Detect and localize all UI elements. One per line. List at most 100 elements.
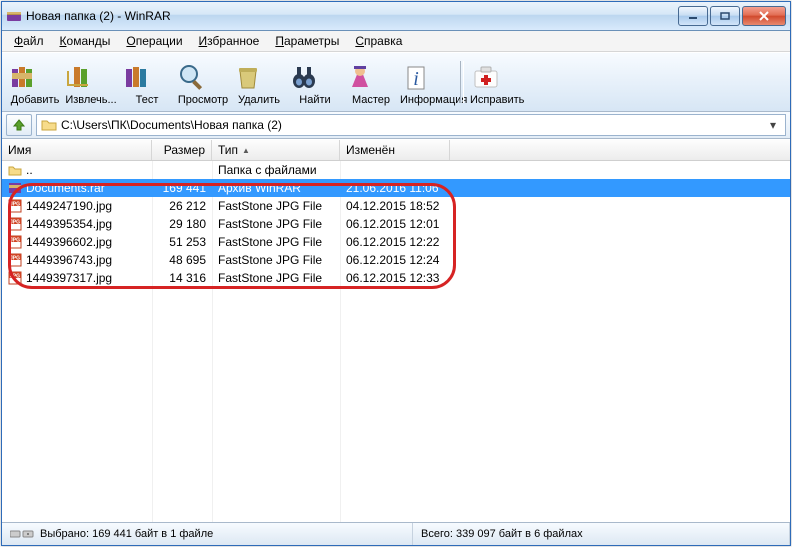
info-i-icon: i: [400, 61, 454, 93]
file-size: 14 316: [152, 271, 212, 285]
binoculars-icon: [288, 61, 342, 93]
file-type: Архив WinRAR: [212, 181, 340, 195]
trash-icon: [232, 61, 286, 93]
magnifier-icon: [176, 61, 230, 93]
toolbar-add-button[interactable]: Добавить: [8, 59, 62, 106]
file-name: 1449396743.jpg: [26, 253, 112, 267]
app-icon: [6, 8, 22, 24]
header-name[interactable]: Имя: [2, 140, 152, 160]
file-row[interactable]: JPG1449247190.jpg26 212FastStone JPG Fil…: [2, 197, 790, 215]
file-type: FastStone JPG File: [212, 199, 340, 213]
file-modified: 21.06.2016 11:06: [340, 181, 450, 195]
disk-icon: [10, 528, 34, 540]
jpg-file-icon: JPG: [8, 235, 22, 249]
file-name: 1449395354.jpg: [26, 217, 112, 231]
toolbar-label: Исправить: [470, 94, 524, 106]
wizard-icon: [344, 61, 398, 93]
file-list[interactable]: ..Папка с файлами Documents.rar 169 441Арх…: [2, 161, 790, 522]
toolbar-label: Мастер: [352, 94, 390, 106]
toolbar-find-button[interactable]: Найти: [288, 59, 342, 106]
toolbar-test-button[interactable]: Тест: [120, 59, 174, 106]
up-button[interactable]: [6, 114, 32, 136]
toolbar-view-button[interactable]: Просмотр: [176, 59, 230, 106]
toolbar-extract-button[interactable]: Извлечь...: [64, 59, 118, 106]
address-bar: C:\Users\ПК\Documents\Новая папка (2) ▾: [2, 112, 790, 139]
file-modified: 06.12.2015 12:33: [340, 271, 450, 285]
file-modified: 06.12.2015 12:01: [340, 217, 450, 231]
parent-folder-row[interactable]: ..Папка с файлами: [2, 161, 790, 179]
menu-файл[interactable]: Файл: [6, 32, 52, 50]
rar-file-icon: [8, 181, 22, 195]
header-size[interactable]: Размер: [152, 140, 212, 160]
column-headers: Имя Размер Тип▲ Изменён: [2, 139, 790, 161]
folder-up-icon: [8, 163, 22, 177]
jpg-file-icon: JPG: [8, 217, 22, 231]
file-size: 26 212: [152, 199, 212, 213]
file-type: FastStone JPG File: [212, 235, 340, 249]
header-modified[interactable]: Изменён: [340, 140, 450, 160]
menu-избранное[interactable]: Избранное: [191, 32, 268, 50]
toolbar: Добавить Извлечь... Тест Просмотр Удалить Най…: [2, 52, 790, 112]
menu-операции[interactable]: Операции: [118, 32, 190, 50]
close-button[interactable]: [742, 6, 786, 26]
file-type: FastStone JPG File: [212, 271, 340, 285]
title-bar[interactable]: Новая папка (2) - WinRAR: [2, 2, 790, 31]
file-row[interactable]: Documents.rar 169 441Архив WinRAR21.06.20…: [2, 179, 790, 197]
file-size: 169 441: [152, 181, 212, 195]
toolbar-label: Найти: [299, 94, 330, 106]
toolbar-label: Извлечь...: [65, 94, 116, 106]
svg-text:i: i: [413, 68, 419, 90]
file-modified: 06.12.2015 12:24: [340, 253, 450, 267]
address-field[interactable]: C:\Users\ПК\Documents\Новая папка (2) ▾: [36, 114, 786, 136]
menu-справка[interactable]: Справка: [347, 32, 410, 50]
folder-icon: [41, 118, 57, 132]
address-path: C:\Users\ПК\Documents\Новая папка (2): [61, 118, 761, 132]
file-modified: 06.12.2015 12:22: [340, 235, 450, 249]
up-arrow-icon: [11, 118, 27, 132]
toolbar-label: Просмотр: [178, 94, 228, 106]
file-type: Папка с файлами: [212, 163, 340, 177]
file-row[interactable]: JPG 1449397317.jpg 14 316FastStone JPG Fil…: [2, 269, 790, 287]
toolbar-label: Удалить: [238, 94, 280, 106]
toolbar-delete-button[interactable]: Удалить: [232, 59, 286, 106]
toolbar-info-button[interactable]: iИнформация: [400, 59, 454, 106]
jpg-file-icon: JPG: [8, 199, 22, 213]
menu-параметры[interactable]: Параметры: [267, 32, 347, 50]
file-modified: 04.12.2015 18:52: [340, 199, 450, 213]
file-name: Documents.rar: [26, 181, 105, 195]
file-name: 1449396602.jpg: [26, 235, 112, 249]
menu-bar: ФайлКомандыОперацииИзбранноеПараметрыСпр…: [2, 31, 790, 52]
file-size: 48 695: [152, 253, 212, 267]
header-type[interactable]: Тип▲: [212, 140, 340, 160]
menu-команды[interactable]: Команды: [52, 32, 119, 50]
books-extract-icon: [64, 61, 118, 93]
file-size: 29 180: [152, 217, 212, 231]
svg-text:JPG: JPG: [10, 256, 20, 262]
first-aid-icon: [470, 61, 524, 93]
status-total: Всего: 339 097 байт в 6 файлах: [413, 523, 790, 545]
books-add-icon: [8, 61, 62, 93]
svg-text:JPG: JPG: [10, 274, 20, 280]
toolbar-label: Добавить: [11, 94, 60, 106]
file-size: 51 253: [152, 235, 212, 249]
minimize-button[interactable]: [678, 6, 708, 26]
jpg-file-icon: JPG: [8, 253, 22, 267]
jpg-file-icon: JPG: [8, 271, 22, 285]
toolbar-separator: [460, 61, 464, 103]
status-selected: Выбрано: 169 441 байт в 1 файле: [2, 523, 413, 545]
file-type: FastStone JPG File: [212, 253, 340, 267]
file-row[interactable]: JPG 1449396602.jpg 51 253FastStone JPG Fil…: [2, 233, 790, 251]
file-type: FastStone JPG File: [212, 217, 340, 231]
books-test-icon: [120, 61, 174, 93]
file-name: 1449397317.jpg: [26, 271, 112, 285]
file-row[interactable]: JPG 1449395354.jpg 29 180FastStone JPG Fil…: [2, 215, 790, 233]
address-dropdown-icon[interactable]: ▾: [765, 118, 781, 132]
toolbar-repair-button[interactable]: Исправить: [470, 59, 524, 106]
toolbar-label: Тест: [136, 94, 159, 106]
toolbar-wizard-button[interactable]: Мастер: [344, 59, 398, 106]
file-row[interactable]: JPG 1449396743.jpg 48 695FastStone JPG Fil…: [2, 251, 790, 269]
svg-text:JPG: JPG: [10, 202, 20, 208]
window-title: Новая папка (2) - WinRAR: [26, 9, 676, 23]
app-window: Новая папка (2) - WinRAR ФайлКомандыОпер…: [1, 1, 791, 546]
maximize-button[interactable]: [710, 6, 740, 26]
